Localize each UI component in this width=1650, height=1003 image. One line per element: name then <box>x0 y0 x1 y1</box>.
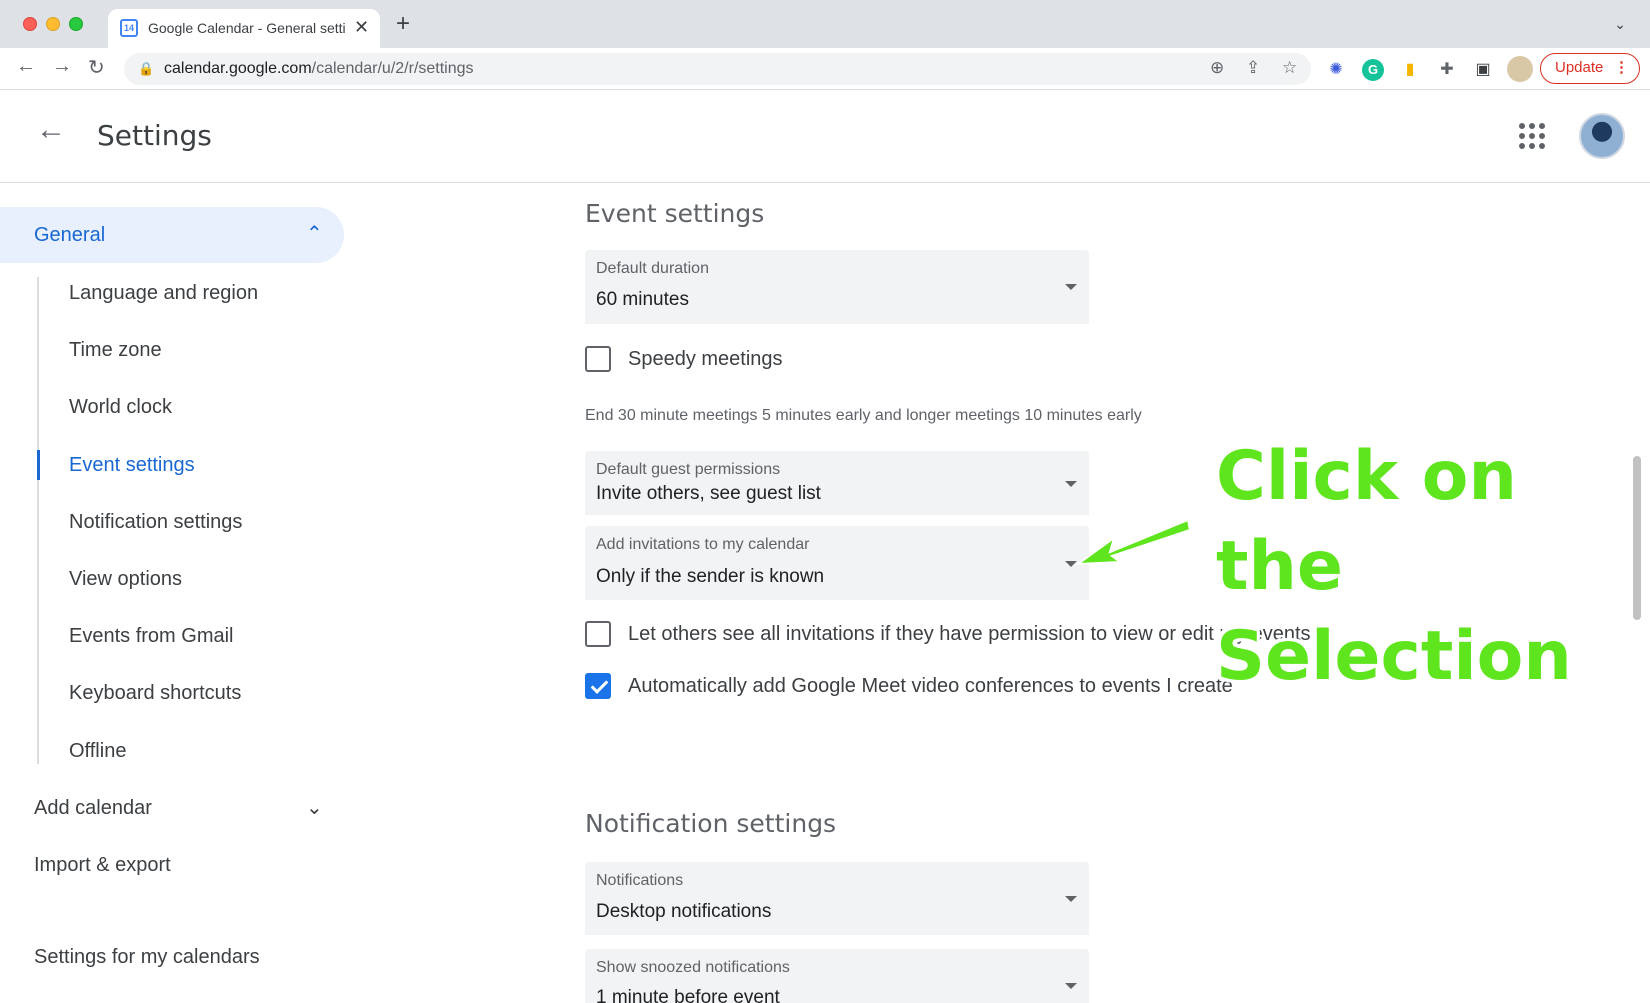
annotation-callout: Click on the Selection <box>1216 432 1636 702</box>
tab-search-icon[interactable]: ⌄ <box>1614 16 1626 33</box>
url-path: /calendar/u/2/r/settings <box>311 60 474 77</box>
dropdown-caret-icon <box>1065 983 1077 989</box>
annotation-arrow-icon <box>1074 518 1192 566</box>
back-arrow-icon[interactable]: ← <box>36 113 66 147</box>
zoom-icon[interactable]: ⊕ <box>1210 58 1224 78</box>
dropdown-caret-icon <box>1065 481 1077 487</box>
window-close-button[interactable] <box>23 17 37 31</box>
sidebar-item-add-calendar[interactable]: Add calendar <box>34 797 152 820</box>
update-button[interactable]: Update ⋮ <box>1540 53 1640 84</box>
menu-dots-icon[interactable]: ⋮ <box>1614 54 1629 82</box>
snoozed-notifications-label: Show snoozed notifications <box>596 959 790 976</box>
notifications-value: Desktop notifications <box>596 901 772 922</box>
speedy-meetings-checkbox[interactable] <box>585 346 611 372</box>
add-invitations-label: Add invitations to my calendar <box>596 536 810 553</box>
update-label: Update <box>1555 59 1604 76</box>
add-invitations-value: Only if the sender is known <box>596 566 825 587</box>
window-zoom-button[interactable] <box>69 17 83 31</box>
notifications-label: Notifications <box>596 872 684 889</box>
annotation-line-1: Click on the <box>1216 437 1517 606</box>
subnav-rail <box>37 277 39 764</box>
event-settings-heading: Event settings <box>585 199 765 228</box>
sidebar-item-import-export[interactable]: Import & export <box>34 854 171 877</box>
guest-permissions-label: Default guest permissions <box>596 461 781 478</box>
new-tab-button[interactable]: + <box>396 10 410 38</box>
snowflake-extension-icon[interactable]: ✺ <box>1325 59 1347 81</box>
sidebar-item-general-label: General <box>34 224 106 246</box>
subnav-active-indicator <box>37 450 40 480</box>
sidebar-item-general[interactable]: General ⌃ <box>0 207 344 263</box>
forward-nav-icon[interactable]: → <box>52 55 72 78</box>
window-minimize-button[interactable] <box>46 17 60 31</box>
sidebar-item-time-zone[interactable]: Time zone <box>69 339 162 362</box>
account-avatar[interactable] <box>1579 113 1625 159</box>
lock-icon[interactable]: 🔒 <box>138 61 154 77</box>
sidebar-item-offline[interactable]: Offline <box>69 740 126 763</box>
default-duration-select[interactable]: Default duration 60 minutes <box>585 250 1089 324</box>
speedy-meetings-label[interactable]: Speedy meetings <box>628 348 783 371</box>
chevron-up-icon[interactable]: ⌃ <box>306 221 323 246</box>
tab-title: Google Calendar - General setti <box>148 20 346 36</box>
reload-icon[interactable]: ↻ <box>88 55 105 80</box>
sidebar-item-view-options[interactable]: View options <box>69 568 182 591</box>
add-invitations-select[interactable]: Add invitations to my calendar Only if t… <box>585 526 1089 600</box>
dropdown-caret-icon <box>1065 896 1077 902</box>
dropdown-caret-icon <box>1065 284 1077 290</box>
sidebar-item-notification-settings[interactable]: Notification settings <box>69 511 242 534</box>
url-host: calendar.google.com <box>164 60 312 77</box>
sidebar-item-event-settings[interactable]: Event settings <box>69 454 195 477</box>
notification-settings-heading: Notification settings <box>585 809 837 838</box>
snoozed-notifications-value: 1 minute before event <box>596 987 780 1003</box>
side-panel-icon[interactable]: ▣ <box>1472 59 1494 81</box>
address-bar[interactable]: 🔒 calendar.google.com/calendar/u/2/r/set… <box>124 53 1311 85</box>
sidebar-item-events-from-gmail[interactable]: Events from Gmail <box>69 625 233 648</box>
back-nav-icon[interactable]: ← <box>16 55 36 78</box>
tab-close-icon[interactable]: ✕ <box>354 17 369 38</box>
let-others-see-checkbox[interactable] <box>585 621 611 647</box>
badge-extension-icon[interactable]: ▮ <box>1399 59 1421 81</box>
guest-permissions-value: Invite others, see guest list <box>596 483 821 504</box>
calendar-favicon-icon: 14 <box>120 19 138 37</box>
default-duration-value: 60 minutes <box>596 289 689 310</box>
snoozed-notifications-select[interactable]: Show snoozed notifications 1 minute befo… <box>585 949 1089 1003</box>
sidebar-item-keyboard-shortcuts[interactable]: Keyboard shortcuts <box>69 682 241 705</box>
default-duration-label: Default duration <box>596 260 709 277</box>
share-icon[interactable]: ⇪ <box>1246 58 1260 78</box>
auto-meet-label[interactable]: Automatically add Google Meet video conf… <box>628 675 1233 698</box>
sidebar-item-world-clock[interactable]: World clock <box>69 396 172 419</box>
settings-header: ← Settings <box>0 91 1650 183</box>
browser-toolbar: ← → ↻ 🔒 calendar.google.com/calendar/u/2… <box>0 48 1650 90</box>
google-apps-icon[interactable] <box>1519 123 1545 149</box>
puzzle-extensions-icon[interactable]: ✚ <box>1436 59 1458 81</box>
sidebar-heading-my-calendars[interactable]: Settings for my calendars <box>34 946 260 969</box>
browser-tab-calendar[interactable]: 14 Google Calendar - General setti ✕ <box>108 9 380 48</box>
sidebar-item-language-and-region[interactable]: Language and region <box>69 282 258 305</box>
annotation-line-2: Selection <box>1216 617 1572 696</box>
url-text[interactable]: calendar.google.com/calendar/u/2/r/setti… <box>164 60 474 78</box>
guest-permissions-select[interactable]: Default guest permissions Invite others,… <box>585 451 1089 515</box>
let-others-see-label[interactable]: Let others see all invitations if they h… <box>628 623 1311 646</box>
speedy-meetings-helper: End 30 minute meetings 5 minutes early a… <box>585 407 1142 424</box>
page-title: Settings <box>97 119 212 152</box>
auto-meet-checkbox[interactable] <box>585 673 611 699</box>
settings-sidebar: General ⌃ Language and region Time zone … <box>0 184 360 1003</box>
profile-avatar-icon[interactable] <box>1507 56 1533 82</box>
browser-tabstrip: 14 Google Calendar - General setti ✕ + ⌄ <box>0 0 1650 48</box>
grammarly-extension-icon[interactable]: G <box>1362 59 1384 81</box>
notifications-select[interactable]: Notifications Desktop notifications <box>585 862 1089 935</box>
bookmark-star-icon[interactable]: ☆ <box>1282 58 1297 78</box>
chevron-down-icon[interactable]: ⌄ <box>306 795 323 820</box>
